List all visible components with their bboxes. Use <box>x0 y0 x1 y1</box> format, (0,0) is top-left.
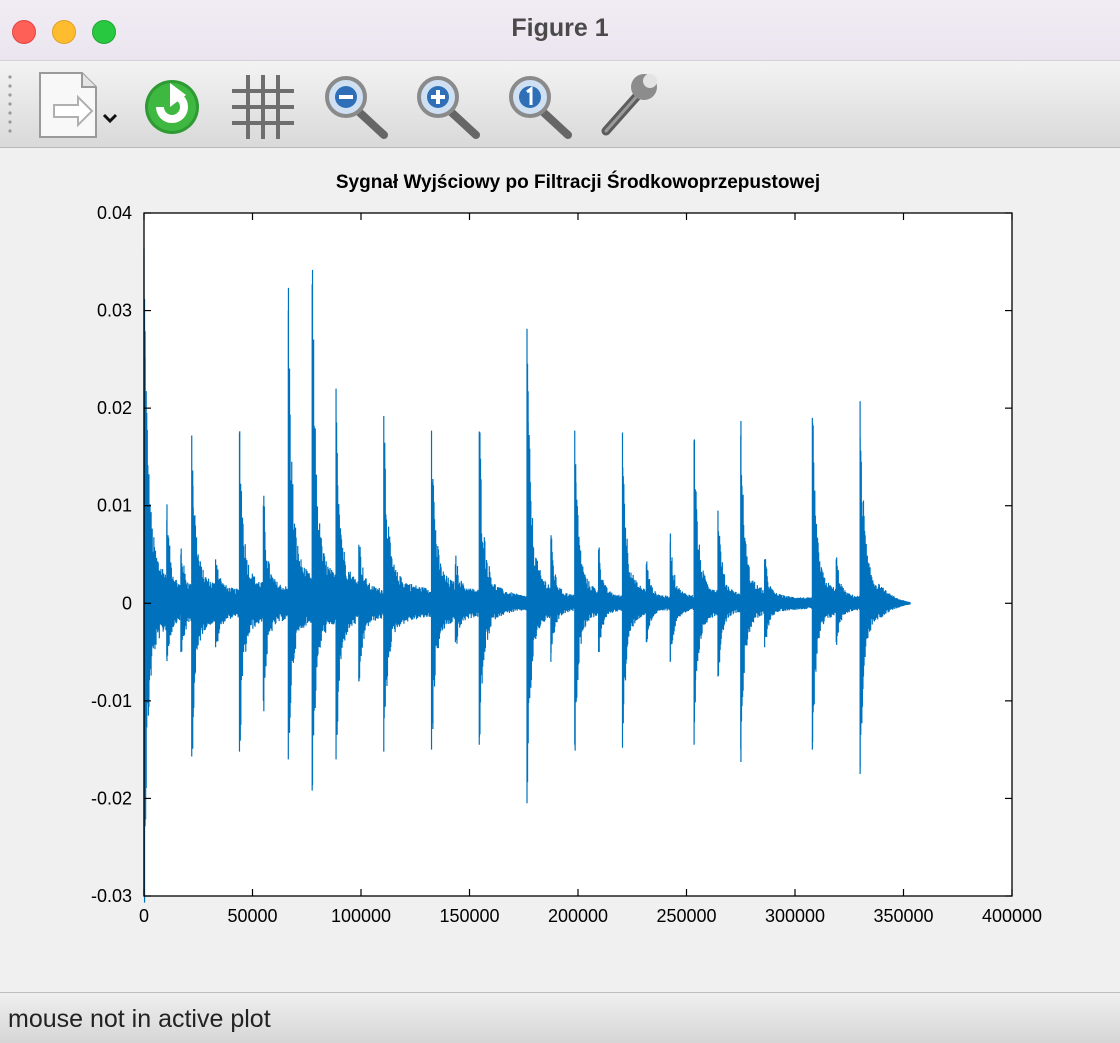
y-tick-label: 0.03 <box>97 301 132 321</box>
plot-area: Sygnał Wyjściowy po Filtracji Środkowopr… <box>0 150 1120 990</box>
title-bar: Figure 1 <box>0 0 1120 61</box>
y-tick-label: -0.03 <box>91 886 132 906</box>
settings-wrench-icon <box>601 74 657 136</box>
refresh-button[interactable] <box>138 67 206 141</box>
refresh-icon <box>145 80 199 134</box>
window-title: Figure 1 <box>511 14 609 42</box>
toggle-grid-button[interactable] <box>228 67 298 141</box>
chart-title: Sygnał Wyjściowy po Filtracji Środkowopr… <box>336 171 820 193</box>
figure-window: Figure 1 Sygnał Wyjściowy po Filtracji Ś… <box>0 0 1120 1043</box>
x-tick-label: 100000 <box>331 906 391 926</box>
y-tick-label: -0.02 <box>91 788 132 808</box>
export-figure-button[interactable] <box>34 67 126 141</box>
x-tick-label: 50000 <box>227 906 277 926</box>
chart[interactable]: Sygnał Wyjściowy po Filtracji Środkowopr… <box>0 150 1120 990</box>
grid-icon <box>232 75 294 139</box>
zoom-in-button[interactable] <box>412 67 484 141</box>
toolbar <box>0 61 1120 148</box>
zoom-out-button[interactable] <box>320 67 392 141</box>
x-tick-label: 400000 <box>982 906 1042 926</box>
x-tick-label: 250000 <box>656 906 716 926</box>
y-tick-label: -0.01 <box>91 691 132 711</box>
y-tick-label: 0.04 <box>97 203 132 223</box>
zoom-in-icon <box>417 76 480 139</box>
x-tick-label: 150000 <box>439 906 499 926</box>
zoom-out-icon <box>325 76 388 139</box>
y-tick-label: 0.01 <box>97 496 132 516</box>
x-tick-label: 300000 <box>765 906 825 926</box>
zoom-reset-button[interactable] <box>504 67 576 141</box>
toolbar-grip-handle[interactable] <box>6 73 14 135</box>
y-tick-label: 0.02 <box>97 398 132 418</box>
x-tick-label: 350000 <box>873 906 933 926</box>
axes-settings-button[interactable] <box>594 67 666 141</box>
x-tick-label: 200000 <box>548 906 608 926</box>
status-text: mouse not in active plot <box>8 1005 271 1033</box>
x-tick-label: 0 <box>139 906 149 926</box>
zoom-reset-icon <box>509 76 572 139</box>
document-export-icon <box>39 72 118 138</box>
y-tick-label: 0 <box>122 593 132 613</box>
status-bar: mouse not in active plot <box>0 992 1120 1043</box>
